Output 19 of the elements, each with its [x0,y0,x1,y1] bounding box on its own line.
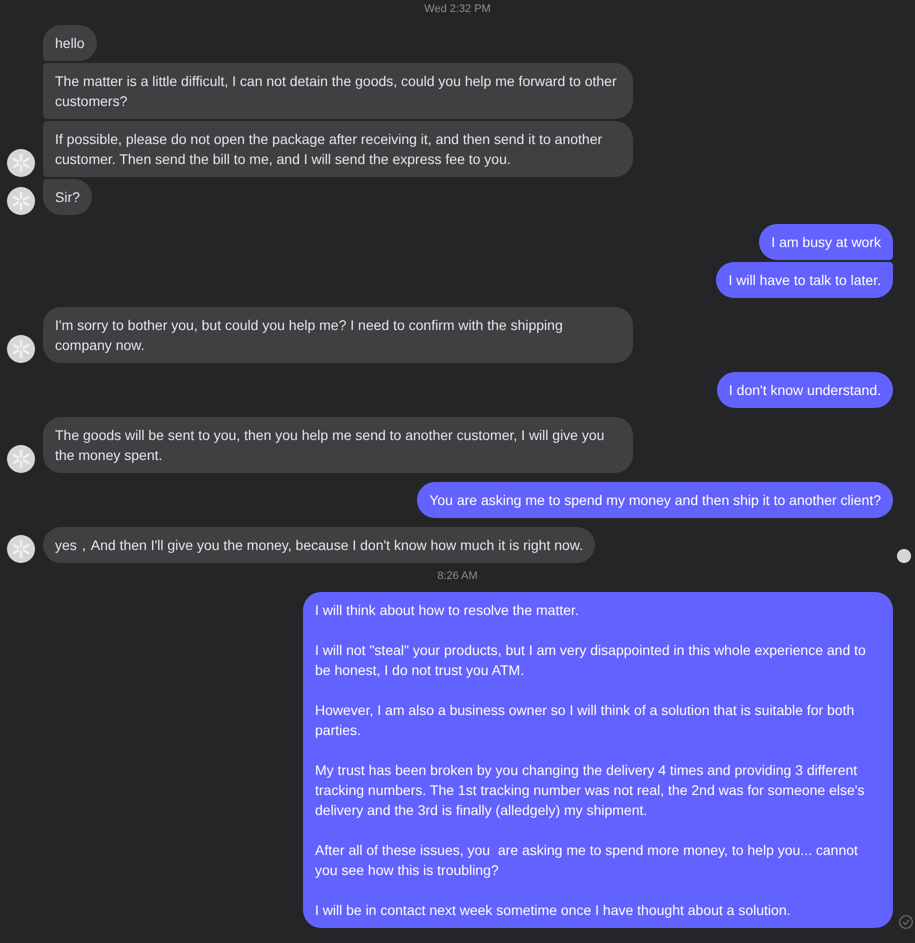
message-text: I will be in contact next week sometime once I have thought about a solution. [315,901,792,920]
message-text: I'm sorry to bother you, but could you help me? I need to confirm with the shipping company now. [55,316,564,355]
message-text: yes，And then I'll give you the money, because I don't know how much it is right now. [55,536,584,555]
message-text: My trust has been broken by you changing the delivery 4 times and providing 3 different tracking numbers. The 1st tracking number was not real, the 2nd was for someone else's delivery and the 3rd is finally (alledgely) my shipment. [315,761,866,820]
message-text: I will not "steal" your products, but I am very disappointed in this whole experience and to be honest, I do not trust you ATM. [315,641,867,680]
message-text: The matter is a little difficult, I can not detain the goods, could you help me forward to other customers? [55,72,618,111]
message-text: I am busy at work [771,233,881,252]
message-text: I will have to talk to later. [728,271,881,290]
message-text: I will think about how to resolve the matter. [315,601,580,620]
message-text: However, I am also a business owner so I will think of a solution that is suitable for both parties. [315,701,856,740]
message-text: hello [55,34,85,53]
message-text: I don't know understand. [728,381,881,400]
timestamp: Wed 2:32 PM [424,2,491,16]
message-text: After all of these issues, you are asking me to spend more money, to help you... cannot you see how this is troubling? [315,841,859,880]
message-text: If possible, please do not open the package after receiving it, and then send it to another customer. Then send the bill to me, and I will send the express fee to you. [55,130,604,169]
message-text: Sir? [55,188,80,207]
message-text: You are asking me to spend my money and then ship it to another client? [429,491,881,510]
message-text: The goods will be sent to you, then you help me send to another customer, I will give you the money spent. [55,426,606,465]
timestamp: 8:26 AM [437,569,478,583]
